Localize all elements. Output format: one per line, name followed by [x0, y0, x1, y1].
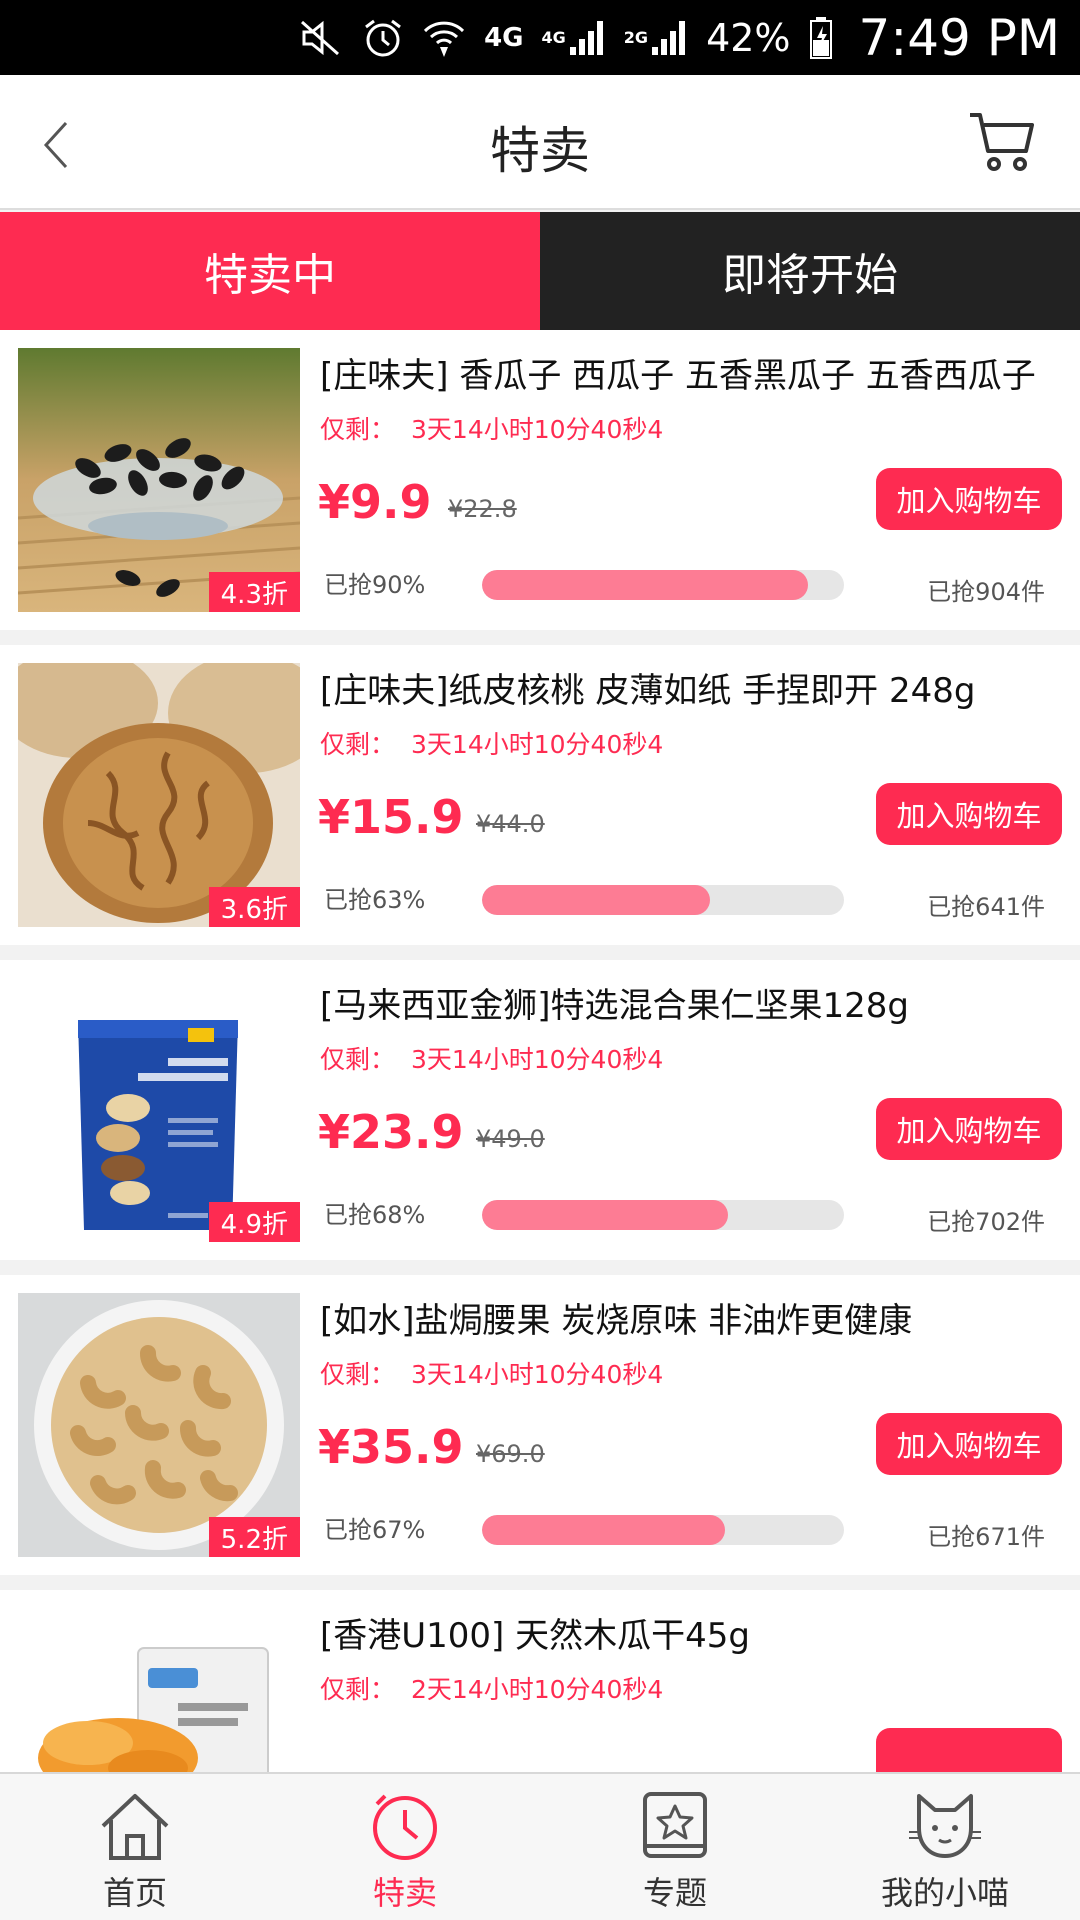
sold-count: 已抢904件 [927, 578, 1045, 606]
countdown-value: 3天14小时10分40秒4 [411, 1045, 664, 1074]
product-card[interactable]: 3.6折 [庄味夫]纸皮核桃 皮薄如纸 手捏即开 248g 仅剩： 3天14小时1… [0, 645, 1080, 945]
battery-charging-icon [809, 16, 833, 60]
grabbed-percent-label: 已抢90% [324, 571, 426, 599]
battery-percent: 42% [706, 15, 791, 60]
sale-price: ¥23.9 [318, 1105, 464, 1159]
add-to-cart-button[interactable]: 加入购物车 [876, 1098, 1062, 1160]
signal-icon: 4G [542, 19, 606, 57]
original-price: ¥22.8 [448, 495, 517, 523]
bottom-navigation: 首页 特卖 专题 我的小喵 [0, 1772, 1080, 1920]
nav-my-cat-label: 我的小喵 [880, 1874, 1009, 1912]
sold-count: 已抢702件 [927, 1208, 1045, 1236]
status-bar: 4G 4G 2G 42% 7:49 PM [0, 0, 1080, 75]
countdown-label: 仅剩： [320, 415, 396, 444]
sale-progress-bar [482, 1200, 844, 1230]
product-image-mixed-nuts[interactable]: 4.9折 [18, 978, 300, 1242]
product-image-walnut[interactable]: 3.6折 [18, 663, 300, 927]
nav-my-cat[interactable]: 我的小喵 [810, 1774, 1080, 1920]
progress-fill [482, 570, 808, 600]
wifi-icon [422, 17, 466, 59]
home-icon [101, 1794, 169, 1860]
add-to-cart-button[interactable]: 加入购物车 [876, 1413, 1062, 1475]
countdown: 仅剩： 3天14小时10分40秒4 [320, 410, 663, 446]
mute-icon [298, 18, 344, 58]
progress-fill [482, 1200, 729, 1230]
signal-icon-2: 2G [624, 19, 688, 57]
product-list[interactable]: 4.3折 [庄味夫] 香瓜子 西瓜子 五香黑瓜子 五香西瓜子 仅剩： 3天14小时… [0, 330, 1080, 1772]
countdown: 仅剩： 3天14小时10分40秒4 [320, 725, 663, 761]
progress-fill [482, 1515, 725, 1545]
nav-home[interactable]: 首页 [0, 1774, 270, 1920]
add-to-cart-button[interactable] [876, 1728, 1062, 1772]
product-image-dried-papaya[interactable] [18, 1608, 300, 1772]
original-price: ¥44.0 [476, 810, 545, 838]
nav-sale-label: 特卖 [372, 1874, 437, 1912]
product-card[interactable]: 4.3折 [庄味夫] 香瓜子 西瓜子 五香黑瓜子 五香西瓜子 仅剩： 3天14小时… [0, 330, 1080, 630]
product-image-watermelon-seeds[interactable]: 4.3折 [18, 348, 300, 612]
alarm-icon [362, 17, 404, 59]
nav-topics-label: 专题 [642, 1874, 707, 1912]
star-book-icon [643, 1792, 707, 1858]
clock-icon [373, 1794, 437, 1860]
countdown-label: 仅剩： [320, 1045, 396, 1074]
clock-time: 7:49 PM [858, 8, 1060, 67]
discount-badge: 5.2折 [208, 1517, 300, 1557]
cart-button[interactable] [968, 109, 1038, 175]
product-card[interactable]: [香港U100] 天然木瓜干45g 仅剩： 2天14小时10分40秒4 [0, 1590, 1080, 1772]
grabbed-percent-label: 已抢63% [324, 886, 426, 914]
countdown: 仅剩： 3天14小时10分40秒4 [320, 1355, 663, 1391]
grabbed-percent-label: 已抢68% [324, 1201, 426, 1229]
countdown-label: 仅剩： [320, 1675, 396, 1704]
progress-fill [482, 885, 711, 915]
original-price: ¥69.0 [476, 1440, 545, 1468]
product-name[interactable]: [庄味夫]纸皮核桃 皮薄如纸 手捏即开 248g [320, 663, 1060, 712]
countdown: 仅剩： 2天14小时10分40秒4 [320, 1670, 663, 1706]
sold-count: 已抢641件 [927, 893, 1045, 921]
discount-badge: 4.3折 [208, 572, 300, 612]
product-card[interactable]: 5.2折 [如水]盐焗腰果 炭烧原味 非油炸更健康 仅剩： 3天14小时10分40… [0, 1275, 1080, 1575]
original-price: ¥49.0 [476, 1125, 545, 1153]
nav-topics[interactable]: 专题 [540, 1774, 810, 1920]
product-name[interactable]: [马来西亚金狮]特选混合果仁坚果128g [320, 978, 1060, 1027]
countdown-label: 仅剩： [320, 730, 396, 759]
countdown-value: 3天14小时10分40秒4 [411, 1360, 664, 1389]
countdown-value: 3天14小时10分40秒4 [411, 415, 664, 444]
product-name[interactable]: [香港U100] 天然木瓜干45g [320, 1608, 1060, 1657]
shopping-cart-icon [970, 113, 1034, 171]
sale-tabs: 特卖中 即将开始 [0, 212, 1080, 330]
nav-sale[interactable]: 特卖 [270, 1774, 540, 1920]
countdown: 仅剩： 3天14小时10分40秒4 [320, 1040, 663, 1076]
discount-badge: 4.9折 [208, 1202, 300, 1242]
product-card[interactable]: 4.9折 [马来西亚金狮]特选混合果仁坚果128g 仅剩： 3天14小时10分40… [0, 960, 1080, 1260]
product-image-cashews[interactable]: 5.2折 [18, 1293, 300, 1557]
countdown-value: 3天14小时10分40秒4 [411, 730, 664, 759]
page-title: 特卖 [490, 122, 590, 180]
app-header: 特卖 [0, 75, 1080, 210]
countdown-label: 仅剩： [320, 1360, 396, 1389]
sale-price: ¥9.9 [318, 475, 432, 529]
countdown-value: 2天14小时10分40秒4 [411, 1675, 664, 1704]
add-to-cart-button[interactable]: 加入购物车 [876, 468, 1062, 530]
tab-on-sale[interactable]: 特卖中 [0, 212, 540, 330]
add-to-cart-button[interactable]: 加入购物车 [876, 783, 1062, 845]
sale-progress-bar [482, 885, 844, 915]
sale-price: ¥15.9 [318, 790, 464, 844]
cat-icon [909, 1794, 981, 1858]
network-type-label: 4G [484, 22, 524, 53]
sold-count: 已抢671件 [927, 1523, 1045, 1551]
nav-home-label: 首页 [102, 1874, 167, 1912]
sale-progress-bar [482, 1515, 844, 1545]
sale-progress-bar [482, 570, 844, 600]
tab-coming-soon[interactable]: 即将开始 [540, 212, 1080, 330]
product-name[interactable]: [庄味夫] 香瓜子 西瓜子 五香黑瓜子 五香西瓜子 [320, 348, 1060, 397]
product-name[interactable]: [如水]盐焗腰果 炭烧原味 非油炸更健康 [320, 1293, 1060, 1342]
sale-price: ¥35.9 [318, 1420, 464, 1474]
discount-badge: 3.6折 [208, 887, 300, 927]
grabbed-percent-label: 已抢67% [324, 1516, 426, 1544]
